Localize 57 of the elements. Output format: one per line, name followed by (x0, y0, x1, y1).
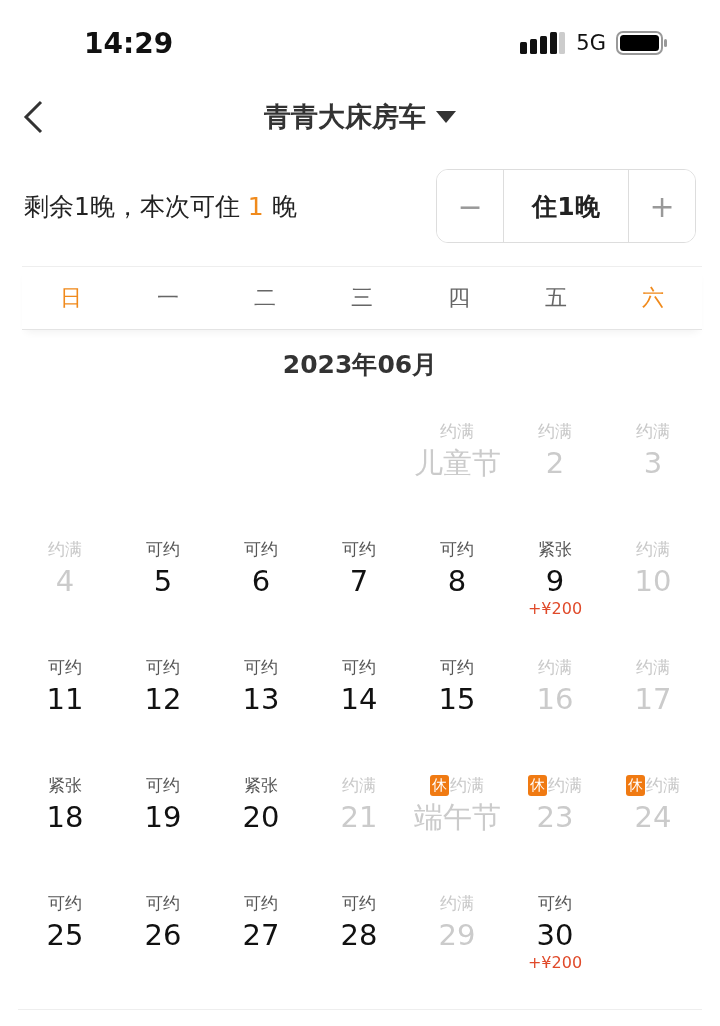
calendar-date[interactable]: 12 (144, 681, 182, 717)
network-label: 5G (576, 31, 606, 55)
calendar-date[interactable]: 14 (340, 681, 378, 717)
calendar-date[interactable]: 11 (46, 681, 84, 717)
nights-remaining-text: 剩余1晚，本次可住 1 晚 (24, 190, 298, 223)
availability-label: 可约 (146, 773, 180, 797)
availability-label: 可约 (48, 891, 82, 915)
availability-label: 可约 (48, 655, 82, 679)
calendar-date[interactable]: 28 (340, 917, 378, 953)
dropdown-icon[interactable] (436, 111, 456, 123)
availability-label: 可约 (244, 537, 278, 561)
calendar-date[interactable]: 13 (242, 681, 280, 717)
weekday-label: 四 (447, 284, 472, 312)
weekday-label: 日 (58, 284, 83, 312)
availability-label: 可约 (146, 655, 180, 679)
availability-label: 紧张 (48, 773, 82, 797)
calendar-date[interactable]: 5 (153, 563, 173, 599)
back-icon[interactable] (22, 100, 44, 134)
availability-label: 可约 (538, 891, 572, 915)
availability-label: 紧张 (538, 537, 572, 561)
availability-label: 可约 (146, 537, 180, 561)
holiday-badge: 休 (528, 774, 547, 796)
signal-icon (520, 32, 567, 54)
month-title: 2023年06月 (281, 349, 439, 381)
calendar-date[interactable]: 20 (242, 799, 280, 835)
availability-label: 可约 (440, 537, 474, 561)
calendar-date[interactable]: 30 (536, 917, 574, 953)
calendar-date[interactable]: 26 (144, 917, 182, 953)
calendar-date[interactable]: 6 (251, 563, 271, 599)
availability-label: 可约 (342, 891, 376, 915)
battery-icon (616, 31, 668, 55)
availability-label: 紧张 (244, 773, 278, 797)
holiday-badge: 休 (430, 774, 449, 796)
holiday-badge: 休 (626, 774, 645, 796)
page-title[interactable]: 青青大床房车 (264, 99, 426, 135)
weekday-label: 一 (155, 284, 180, 312)
calendar-date[interactable]: 7 (349, 563, 369, 599)
calendar-date[interactable]: 15 (438, 681, 476, 717)
calendar-date[interactable]: 9 (545, 563, 565, 599)
weekday-label: 六 (641, 284, 666, 312)
calendar-date[interactable]: 19 (144, 799, 182, 835)
calendar-date[interactable]: 18 (46, 799, 84, 835)
availability-label: 可约 (244, 655, 278, 679)
weekday-label: 五 (544, 284, 569, 312)
surcharge-label: +¥200 (527, 599, 583, 618)
availability-label: 可约 (440, 655, 474, 679)
calendar-date[interactable]: 27 (242, 917, 280, 953)
calendar-date[interactable]: 25 (46, 917, 84, 953)
weekday-label: 二 (252, 284, 277, 312)
availability-label: 可约 (342, 655, 376, 679)
availability-label: 可约 (342, 537, 376, 561)
weekday-label: 三 (350, 284, 374, 312)
availability-label: 可约 (244, 891, 278, 915)
surcharge-label: +¥200 (527, 953, 583, 972)
availability-label: 可约 (146, 891, 180, 915)
status-time: 14:29 (84, 26, 174, 60)
calendar-date[interactable]: 8 (447, 563, 467, 599)
